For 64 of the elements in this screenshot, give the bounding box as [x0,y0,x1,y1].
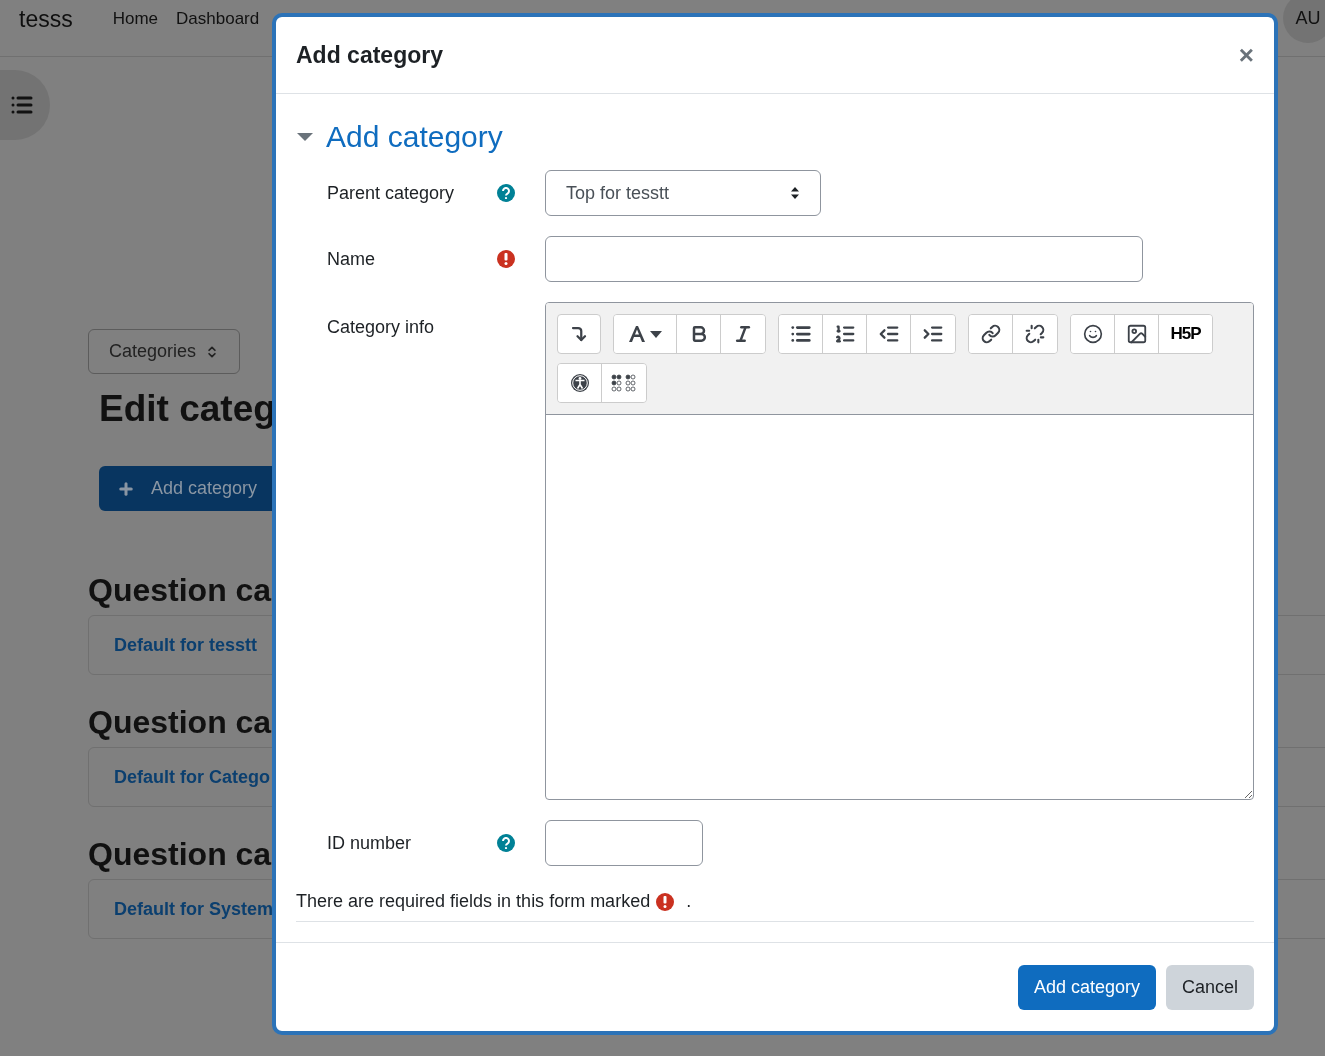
italic-button[interactable] [721,315,765,353]
add-category-submit-button[interactable]: Add category [1017,964,1156,1010]
site-brand[interactable]: tesss [19,1,73,37]
help-icon[interactable] [497,834,515,852]
smiley-icon [1082,324,1103,344]
page-title: Edit categ [99,387,275,431]
h5p-button[interactable]: H5P [1159,315,1212,353]
bold-button[interactable] [677,315,721,353]
braille-icon [611,374,637,392]
nav-link[interactable]: Dashboard [176,6,260,32]
bullet-list-button[interactable] [779,315,823,353]
required-icon [656,892,675,911]
section-heading: Question ca [88,835,273,873]
indent-icon [922,323,944,345]
numbered-list-button[interactable] [823,315,867,353]
emoji-button[interactable] [1071,315,1115,353]
link-button[interactable] [969,315,1013,353]
section-toggle-link[interactable]: Add category [326,114,503,159]
field-label: Name [327,247,375,271]
numbered-list-icon [833,323,856,345]
close-button[interactable]: × [1238,42,1254,68]
link-icon [980,324,1001,344]
add-category-button[interactable]: Add category [99,466,273,511]
category-link[interactable]: Default for tesstt [114,631,257,659]
name-input[interactable] [545,236,1143,282]
bullet-list-icon [789,323,812,345]
sort-caret-icon [790,186,800,200]
font-style-button[interactable] [614,315,677,353]
id-number-input[interactable] [545,820,703,866]
field-label: ID number [327,831,412,855]
accessibility-button[interactable] [558,364,602,402]
letter-a-icon [628,325,646,343]
caret-icon [650,330,662,338]
help-icon[interactable] [497,184,515,202]
section-heading: Question ca [88,571,273,609]
braille-button[interactable] [602,364,646,402]
unlink-button[interactable] [1013,315,1057,353]
image-button[interactable] [1115,315,1159,353]
italic-icon [733,324,753,344]
category-link[interactable]: Default for System [114,895,274,923]
categories-select[interactable]: Categories [88,329,240,374]
user-avatar[interactable]: AU [1283,0,1325,43]
parent-category-select[interactable]: Top for tesstt [545,170,821,216]
collapse-caret-icon[interactable] [296,131,314,142]
outdent-button[interactable] [867,315,911,353]
indent-button[interactable] [911,315,955,353]
rich-text-editor[interactable]: H5P [545,302,1254,800]
sort-caret-icon [205,344,219,359]
note-period: . [686,890,692,913]
nav-link[interactable]: Home [112,6,159,32]
field-label: Category info [327,316,435,339]
cancel-button[interactable]: Cancel [1165,964,1254,1010]
field-label: Parent category [327,181,455,205]
dialog-title: Add category [296,40,443,70]
section-heading: Question ca [88,703,273,741]
required-fields-note: There are required fields in this form marked [296,890,651,913]
image-icon [1125,323,1148,345]
arrow-down-icon [570,325,588,343]
collapse-toolbar-button[interactable] [557,314,601,354]
category-link[interactable]: Default for Catego [114,763,270,791]
plus-icon [117,479,135,498]
unlink-icon [1025,324,1045,344]
outdent-icon [877,323,900,345]
accessibility-icon [569,373,590,393]
